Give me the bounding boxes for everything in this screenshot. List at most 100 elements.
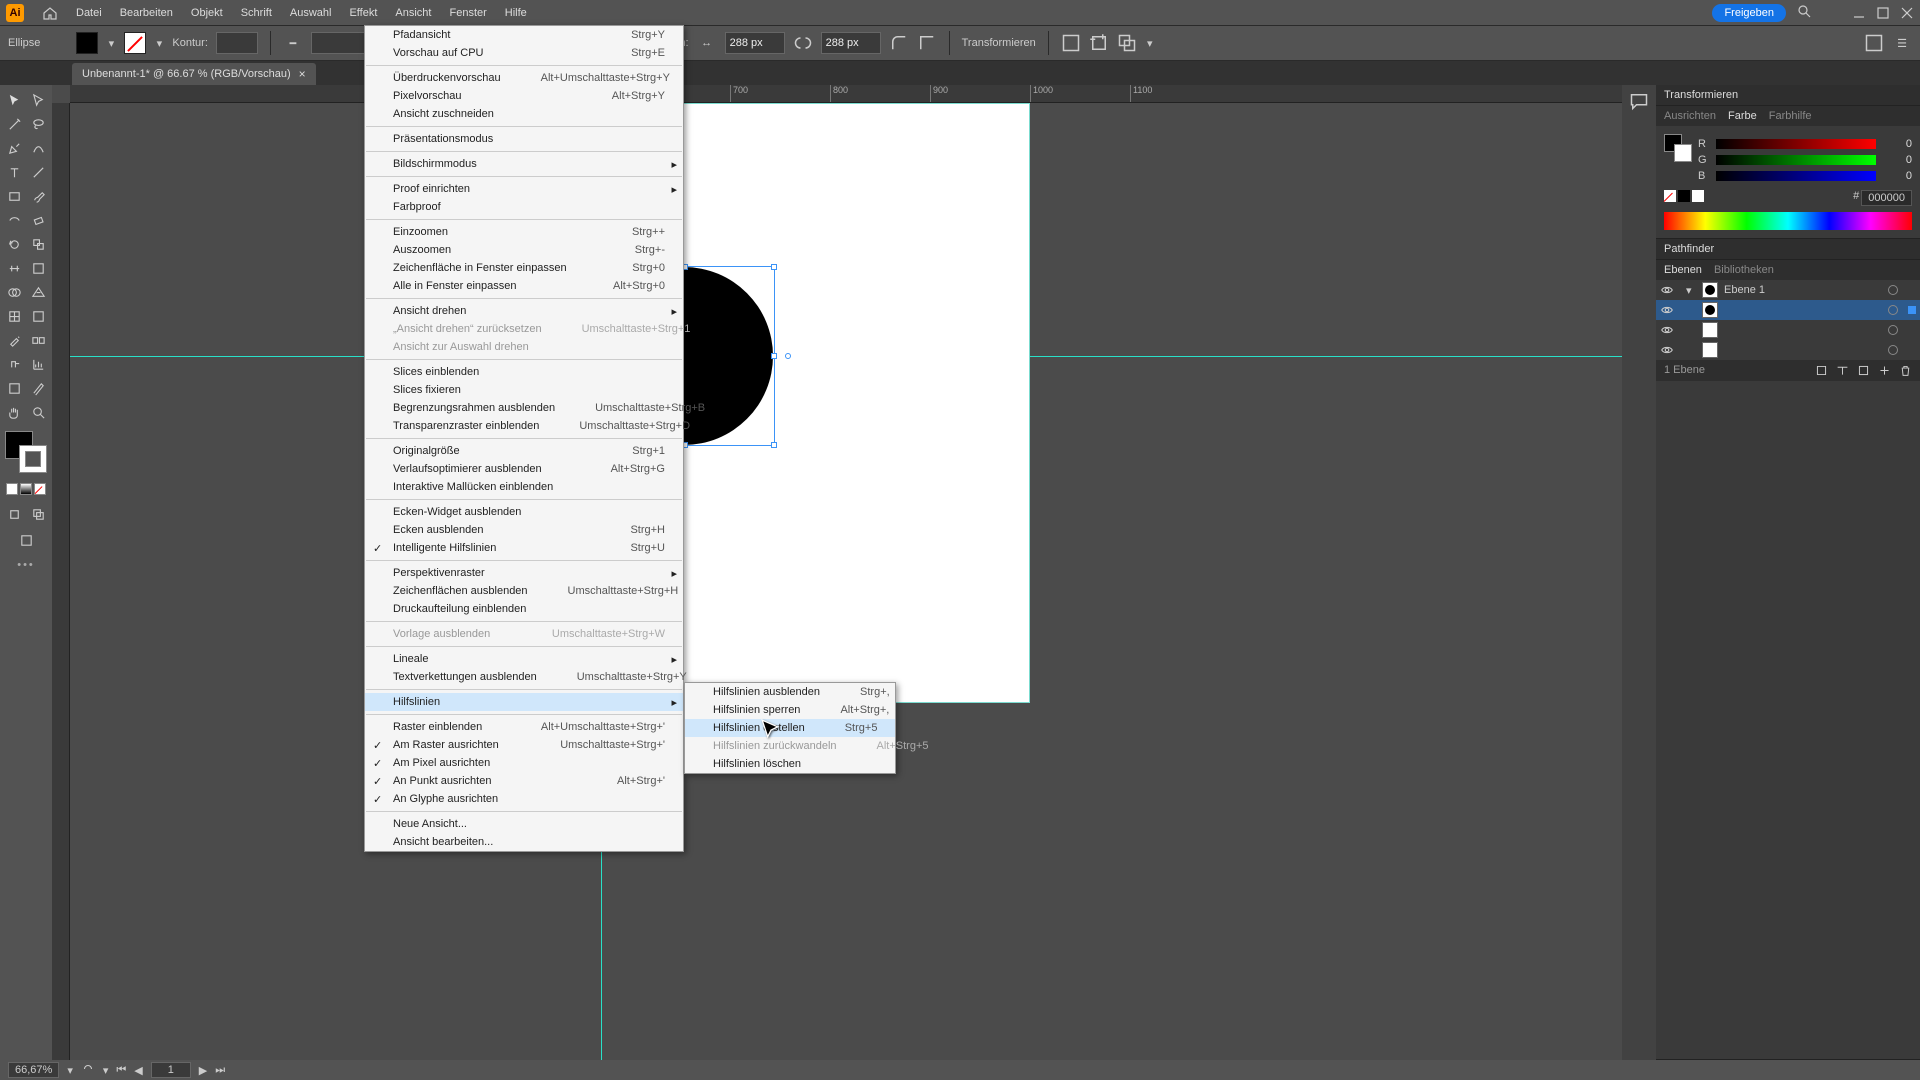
expand-icon[interactable]: ▾ [1686,284,1696,297]
menu-item[interactable]: EinzoomenStrg++ [365,223,683,241]
type-tool[interactable] [3,161,25,183]
selection-tool[interactable] [3,89,25,111]
green-slider[interactable] [1716,155,1876,165]
menu-item[interactable]: Interaktive Mallücken einblenden [365,478,683,496]
menu-auswahl[interactable]: Auswahl [290,7,332,19]
zoom-tool[interactable] [27,401,49,423]
close-icon[interactable]: × [299,67,306,81]
white-swatch-icon[interactable] [1692,190,1704,202]
rectangle-tool[interactable] [3,185,25,207]
chevron-down-icon[interactable]: ▾ [67,1064,73,1077]
menu-item[interactable]: Ansicht drehen▸ [365,302,683,320]
panel-fill-stroke[interactable] [1664,134,1692,162]
menu-item[interactable]: ✓An Punkt ausrichtenAlt+Strg+' [365,772,683,790]
first-page-icon[interactable]: ⏮ [116,1064,126,1077]
curvature-tool[interactable] [27,137,49,159]
magic-wand-tool[interactable] [3,113,25,135]
corner-icon[interactable] [889,33,909,53]
draw-normal-icon[interactable] [3,503,25,525]
menu-item[interactable]: Begrenzungsrahmen ausblendenUmschalttast… [365,399,683,417]
menu-item[interactable]: Druckaufteilung einblenden [365,600,683,618]
menu-item[interactable]: Ansicht zuschneiden [365,105,683,123]
spectrum-picker[interactable] [1664,212,1912,230]
zoom-field[interactable]: 66,67% [8,1062,59,1078]
last-page-icon[interactable]: ⏭ [215,1064,225,1077]
blue-slider[interactable] [1716,171,1876,181]
symbol-sprayer-tool[interactable] [3,353,25,375]
pathfinder-panel-tab[interactable]: Pathfinder [1664,243,1714,255]
layer-row[interactable]: ▾Ebene 1 [1656,280,1920,300]
artboard-tool[interactable] [3,377,25,399]
scale-tool[interactable] [27,233,49,255]
black-swatch-icon[interactable] [1678,190,1690,202]
menu-item[interactable]: Lineale▸ [365,650,683,668]
pen-tool[interactable] [3,137,25,159]
menu-fenster[interactable]: Fenster [449,7,486,19]
vertical-ruler[interactable] [52,103,70,1060]
target-icon[interactable] [1888,325,1898,335]
menu-bearbeiten[interactable]: Bearbeiten [120,7,173,19]
crop-icon[interactable] [1089,33,1109,53]
red-slider[interactable] [1716,139,1876,149]
fill-swatch[interactable] [76,32,98,54]
menu-item[interactable]: Ecken-Widget ausblenden [365,503,683,521]
menu-item[interactable]: Hilfslinien erstellenStrg+5 [685,719,895,737]
width-field[interactable] [725,32,785,54]
visibility-icon[interactable] [1660,283,1674,297]
visibility-icon[interactable] [1660,323,1674,337]
paintbrush-tool[interactable] [27,185,49,207]
fill-stroke-swatches[interactable] [5,431,47,473]
window-close-icon[interactable] [1900,6,1914,20]
panel-menu-icon[interactable]: ☰ [1892,33,1912,53]
shaper-tool[interactable] [3,209,25,231]
menu-item[interactable]: ✓An Glyphe ausrichten [365,790,683,808]
menu-item[interactable]: Alle in Fenster einpassenAlt+Strg+0 [365,277,683,295]
menu-item[interactable]: Farbproof [365,198,683,216]
menu-item[interactable]: Ecken ausblendenStrg+H [365,521,683,539]
target-icon[interactable] [1888,305,1898,315]
ausrichten-tab[interactable]: Ausrichten [1664,110,1716,122]
color-mode-icon[interactable] [6,483,18,495]
menu-item[interactable]: Raster einblendenAlt+Umschalttaste+Strg+… [365,718,683,736]
window-minimize-icon[interactable] [1852,6,1866,20]
menu-item[interactable]: Textverkettungen ausblendenUmschalttaste… [365,668,683,686]
menu-effekt[interactable]: Effekt [349,7,377,19]
draw-behind-icon[interactable] [27,503,49,525]
none-swatch-icon[interactable] [1664,190,1676,202]
eyedropper-tool[interactable] [3,329,25,351]
arrange-icon[interactable] [1117,33,1137,53]
gradient-mode-icon[interactable] [20,483,32,495]
document-tab[interactable]: Unbenannt-1* @ 66.67 % (RGB/Vorschau) × [72,63,316,85]
lasso-tool[interactable] [27,113,49,135]
menu-item[interactable]: Bildschirmmodus▸ [365,155,683,173]
target-icon[interactable] [1888,345,1898,355]
horizontal-ruler[interactable]: 60070080090010001100 [70,85,1622,103]
target-icon[interactable] [1888,285,1898,295]
visibility-icon[interactable] [1660,343,1674,357]
menu-item[interactable]: ✓Intelligente HilfslinienStrg+U [365,539,683,557]
menu-datei[interactable]: Datei [76,7,102,19]
menu-item[interactable]: AuszoomenStrg+- [365,241,683,259]
layer-row[interactable] [1656,320,1920,340]
blue-value[interactable]: 0 [1882,170,1912,182]
hex-value[interactable]: 000000 [1861,190,1912,206]
canvas[interactable] [70,103,1622,1060]
menu-item[interactable]: Perspektivenraster▸ [365,564,683,582]
menu-item[interactable]: PixelvorschauAlt+Strg+Y [365,87,683,105]
layers-actions[interactable] [1815,364,1912,377]
menu-item[interactable]: ÜberdruckenvorschauAlt+Umschalttaste+Str… [365,69,683,87]
menu-item[interactable]: Verlaufsoptimierer ausblendenAlt+Strg+G [365,460,683,478]
blend-tool[interactable] [27,329,49,351]
menu-item[interactable]: Hilfslinien sperrenAlt+Strg+, [685,701,895,719]
share-button[interactable]: Freigeben [1712,4,1786,22]
prev-page-icon[interactable]: ◀ [134,1064,142,1077]
search-icon[interactable] [1796,3,1812,22]
menu-schrift[interactable]: Schrift [241,7,272,19]
slice-tool[interactable] [27,377,49,399]
bibliotheken-tab[interactable]: Bibliotheken [1714,264,1774,276]
graph-tool[interactable] [27,353,49,375]
home-icon[interactable] [42,5,58,21]
comments-icon[interactable] [1629,91,1649,111]
width-tool[interactable] [3,257,25,279]
menu-item[interactable]: Proof einrichten▸ [365,180,683,198]
